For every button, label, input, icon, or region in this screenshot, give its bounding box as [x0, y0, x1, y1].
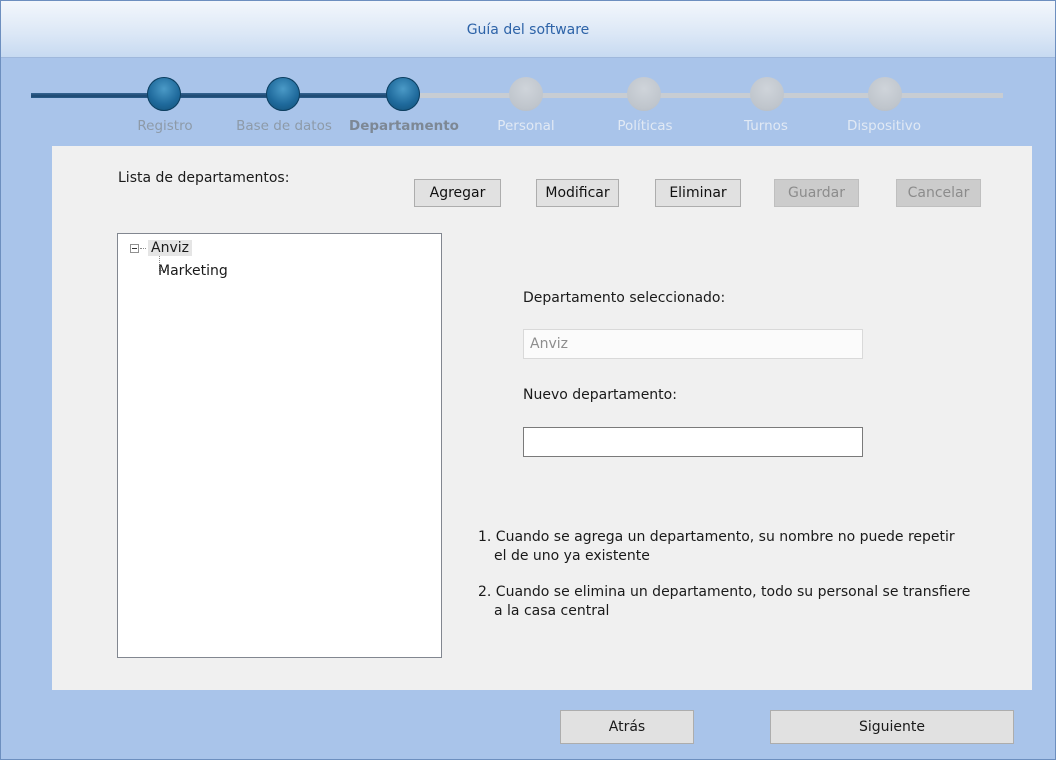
step-label-personal: Personal: [497, 118, 555, 134]
tree-node-child[interactable]: Marketing: [158, 263, 228, 279]
department-tree[interactable]: Anviz Marketing: [117, 233, 442, 658]
step-label-registro: Registro: [137, 118, 193, 134]
note-2: 2. Cuando se elimina un departamento, to…: [478, 583, 998, 621]
step-label-politicas: Políticas: [617, 118, 673, 134]
note-1-line-1: 1. Cuando se agrega un departamento, su …: [478, 529, 955, 545]
step-label-dispositivo: Dispositivo: [846, 118, 922, 134]
selected-department-field: Anviz: [523, 329, 863, 359]
add-button[interactable]: Agregar: [414, 179, 501, 207]
back-button[interactable]: Atrás: [560, 710, 694, 744]
wizard-window: Guía del software Registro Base de datos…: [0, 0, 1056, 760]
tree-node-root-label[interactable]: Anviz: [148, 240, 192, 256]
progress-track-remaining: [413, 93, 1003, 98]
step-node-base-de-datos: [266, 77, 300, 111]
note-2-line-1: 2. Cuando se elimina un departamento, to…: [478, 584, 971, 600]
tree-connector: [140, 247, 146, 249]
step-label-turnos: Turnos: [744, 118, 788, 134]
note-1: 1. Cuando se agrega un departamento, su …: [478, 528, 998, 566]
step-label-departamento: Departamento: [349, 118, 459, 134]
step-label-base-de-datos: Base de datos: [236, 118, 332, 134]
step-node-turnos: [750, 77, 784, 111]
note-2-line-2: a la casa central: [494, 603, 610, 619]
title-bar: Guía del software: [1, 1, 1055, 58]
department-list-title: Lista de departamentos:: [118, 170, 290, 186]
progress-track-completed: [31, 93, 413, 98]
cancel-button[interactable]: Cancelar: [896, 179, 981, 207]
new-department-label: Nuevo departamento:: [523, 387, 677, 403]
selected-department-label: Departamento seleccionado:: [523, 290, 726, 306]
window-title: Guía del software: [466, 22, 590, 38]
next-button[interactable]: Siguiente: [770, 710, 1014, 744]
step-node-politicas: [627, 77, 661, 111]
modify-button[interactable]: Modificar: [536, 179, 619, 207]
tree-node-root[interactable]: Anviz: [130, 238, 192, 258]
delete-button[interactable]: Eliminar: [655, 179, 741, 207]
step-node-dispositivo: [868, 77, 902, 111]
save-button[interactable]: Guardar: [774, 179, 859, 207]
step-node-personal: [509, 77, 543, 111]
collapse-icon[interactable]: [130, 243, 139, 253]
note-1-line-2: el de uno ya existente: [494, 548, 650, 564]
step-node-departamento: [386, 77, 420, 111]
step-node-registro: [147, 77, 181, 111]
new-department-input[interactable]: [523, 427, 863, 457]
content-panel: Lista de departamentos: Agregar Modifica…: [52, 146, 1032, 690]
